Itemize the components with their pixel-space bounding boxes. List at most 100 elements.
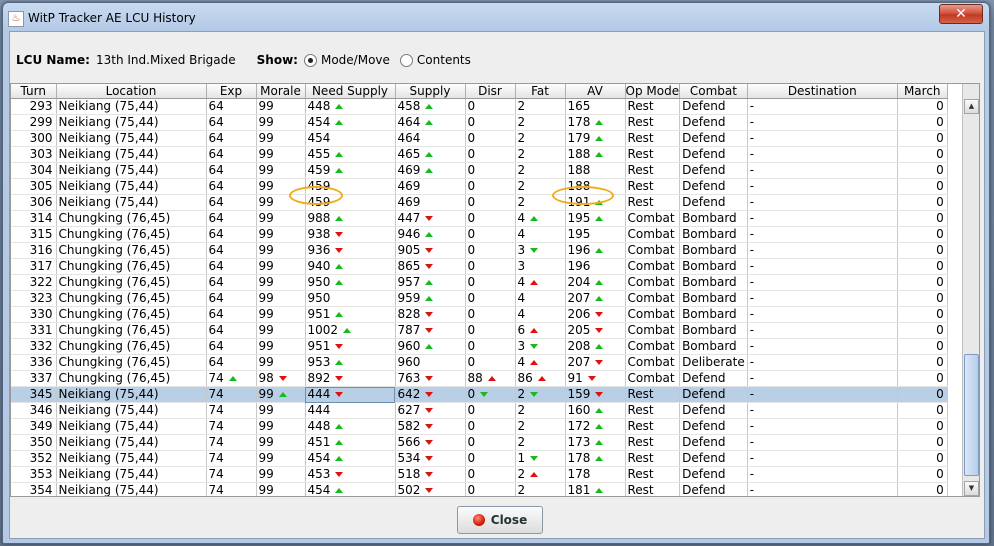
turn-cell-value: 330 <box>29 307 53 321</box>
morale-cell: 99 <box>256 130 306 147</box>
close-button[interactable]: Close <box>457 506 543 534</box>
morale-cell: 99 <box>256 418 306 435</box>
exp-cell-value: 74 <box>208 467 224 481</box>
morale-cell-value: 99 <box>258 275 274 289</box>
morale-cell: 99 <box>256 146 306 163</box>
location-cell-value: Neikiang (75,44) <box>58 115 159 129</box>
turn-cell: 317 <box>11 258 57 275</box>
table-row[interactable]: 316 Chungking (76,45) 64 99 936 905 0 3 196 Comba… <box>11 242 948 259</box>
trend-down-icon <box>425 216 434 221</box>
col-combat[interactable]: Combat <box>679 84 748 99</box>
trend-up-icon <box>335 280 344 285</box>
exp-cell-value: 64 <box>208 355 224 369</box>
disr-cell-value: 0 <box>467 243 476 257</box>
col-location[interactable]: Location <box>56 84 207 99</box>
march-cell: 0 <box>897 434 948 451</box>
disr-cell-value: 0 <box>467 387 476 401</box>
scroll-down-button[interactable]: ▼ <box>964 481 979 496</box>
table-row[interactable]: 299 Neikiang (75,44) 64 99 454 464 0 2 178 Rest De… <box>11 114 948 131</box>
supply-cell: 447 <box>395 210 466 227</box>
turn-cell: 316 <box>11 242 57 259</box>
col-need-supply[interactable]: Need Supply <box>305 84 396 99</box>
exp-cell: 64 <box>206 258 257 275</box>
show-mode-move-radio[interactable]: Mode/Move <box>303 53 390 67</box>
disr-cell-value: 0 <box>467 195 476 209</box>
op-mode-cell: Combat <box>625 370 681 387</box>
history-table[interactable]: Turn Location Exp Morale Need Supply Sup… <box>10 83 980 497</box>
col-disr[interactable]: Disr <box>465 84 516 99</box>
table-row[interactable]: 300 Neikiang (75,44) 64 99 454 464 0 2 179 Rest De… <box>11 130 948 147</box>
table-row[interactable]: 304 Neikiang (75,44) 64 99 459 469 0 2 188 Rest De… <box>11 162 948 179</box>
fat-cell-value: 3 <box>517 243 526 257</box>
av-cell: 207 <box>565 290 626 307</box>
table-row[interactable]: 352 Neikiang (75,44) 74 99 454 534 0 1 178 Rest De… <box>11 450 948 467</box>
table-row[interactable]: 305 Neikiang (75,44) 64 99 459 469 0 2 188 Rest De… <box>11 178 948 195</box>
table-row[interactable]: 354 Neikiang (75,44) 74 99 454 502 0 2 181 Rest De… <box>11 482 948 497</box>
av-cell: 165 <box>565 98 626 115</box>
table-row[interactable]: 353 Neikiang (75,44) 74 99 453 518 0 2 178 Rest De… <box>11 466 948 483</box>
col-fat[interactable]: Fat <box>515 84 566 99</box>
table-row[interactable]: 323 Chungking (76,45) 64 99 950 959 0 4 207 Comba… <box>11 290 948 307</box>
morale-cell-value: 99 <box>258 243 274 257</box>
fat-cell: 2 <box>515 434 566 451</box>
location-cell-value: Chungking (76,45) <box>58 291 171 305</box>
trend-down-icon <box>425 376 434 381</box>
table-row[interactable]: 322 Chungking (76,45) 64 99 950 957 0 4 204 Comba… <box>11 274 948 291</box>
trend-down-icon <box>595 360 604 365</box>
col-exp[interactable]: Exp <box>206 84 257 99</box>
op-mode-cell: Rest <box>625 386 681 403</box>
disr-cell: 0 <box>465 482 516 496</box>
march-cell-value: 0 <box>936 483 944 497</box>
table-row[interactable]: 330 Chungking (76,45) 64 99 951 828 0 4 206 Comba… <box>11 306 948 323</box>
destination-cell: - <box>747 98 898 115</box>
col-av[interactable]: AV <box>565 84 626 99</box>
col-supply[interactable]: Supply <box>395 84 466 99</box>
turn-cell-value: 317 <box>29 259 53 273</box>
av-cell: 178 <box>565 114 626 131</box>
av-cell: 91 <box>565 370 626 387</box>
col-morale[interactable]: Morale <box>256 84 306 99</box>
location-cell-value: Neikiang (75,44) <box>58 99 159 113</box>
table-row[interactable]: 346 Neikiang (75,44) 74 99 444 627 0 2 160 Rest De… <box>11 402 948 419</box>
table-row[interactable]: 306 Neikiang (75,44) 64 99 459 469 0 2 191 Rest De… <box>11 194 948 211</box>
col-march[interactable]: March <box>897 84 948 99</box>
supply-cell-value: 957 <box>397 275 421 289</box>
table-row[interactable]: 314 Chungking (76,45) 64 99 988 447 0 4 195 Comba… <box>11 210 948 227</box>
table-row[interactable]: 337 Chungking (76,45) 74 98 892 763 88 86 91 Comb… <box>11 370 948 387</box>
table-row[interactable]: 345 Neikiang (75,44) 74 99 444 642 0 2 159 Rest De… <box>11 386 948 403</box>
destination-cell: - <box>747 450 898 467</box>
stop-icon <box>472 514 485 526</box>
table-row[interactable]: 303 Neikiang (75,44) 64 99 455 465 0 2 188 Rest De… <box>11 146 948 163</box>
disr-cell-value: 0 <box>467 227 476 241</box>
op-mode-cell-value: Combat <box>627 243 675 257</box>
scroll-thumb[interactable] <box>964 354 979 476</box>
table-row[interactable]: 315 Chungking (76,45) 64 99 938 946 0 4 195 Comba… <box>11 226 948 243</box>
need-supply-cell: 448 <box>305 98 396 115</box>
op-mode-cell: Combat <box>625 290 681 307</box>
window-close-button[interactable]: ✕ <box>939 4 983 24</box>
table-row[interactable]: 349 Neikiang (75,44) 74 99 448 582 0 2 172 Rest De… <box>11 418 948 435</box>
location-cell: Chungking (76,45) <box>56 322 207 339</box>
col-destination[interactable]: Destination <box>747 84 898 99</box>
table-row[interactable]: 332 Chungking (76,45) 64 99 951 960 0 3 208 Comba… <box>11 338 948 355</box>
combat-cell-value: Bombard <box>682 291 737 305</box>
trend-up-icon <box>595 136 604 141</box>
march-cell-value: 0 <box>936 467 944 481</box>
vertical-scrollbar[interactable]: ▲ ▼ <box>962 84 979 496</box>
turn-cell: 350 <box>11 434 57 451</box>
fat-cell-value: 2 <box>517 115 526 129</box>
table-row[interactable]: 293 Neikiang (75,44) 64 99 448 458 0 2 165 Rest De… <box>11 98 948 115</box>
scroll-up-button[interactable]: ▲ <box>964 99 979 114</box>
table-row[interactable]: 331 Chungking (76,45) 64 99 1002 787 0 6 205 Comb… <box>11 322 948 339</box>
destination-cell-value: - <box>749 467 755 481</box>
col-turn[interactable]: Turn <box>11 84 57 99</box>
table-row[interactable]: 317 Chungking (76,45) 64 99 940 865 0 3 196 Comba… <box>11 258 948 275</box>
table-row[interactable]: 350 Neikiang (75,44) 74 99 451 566 0 2 173 Rest De… <box>11 434 948 451</box>
av-cell-value: 196 <box>567 259 591 273</box>
highlight-av-circle <box>552 186 614 205</box>
destination-cell-value: - <box>749 403 755 417</box>
col-op-mode[interactable]: Op Mode <box>625 84 681 99</box>
show-contents-radio[interactable]: Contents <box>399 53 471 67</box>
table-row[interactable]: 336 Chungking (76,45) 64 99 953 960 0 4 207 Comba… <box>11 354 948 371</box>
disr-cell: 0 <box>465 306 516 323</box>
